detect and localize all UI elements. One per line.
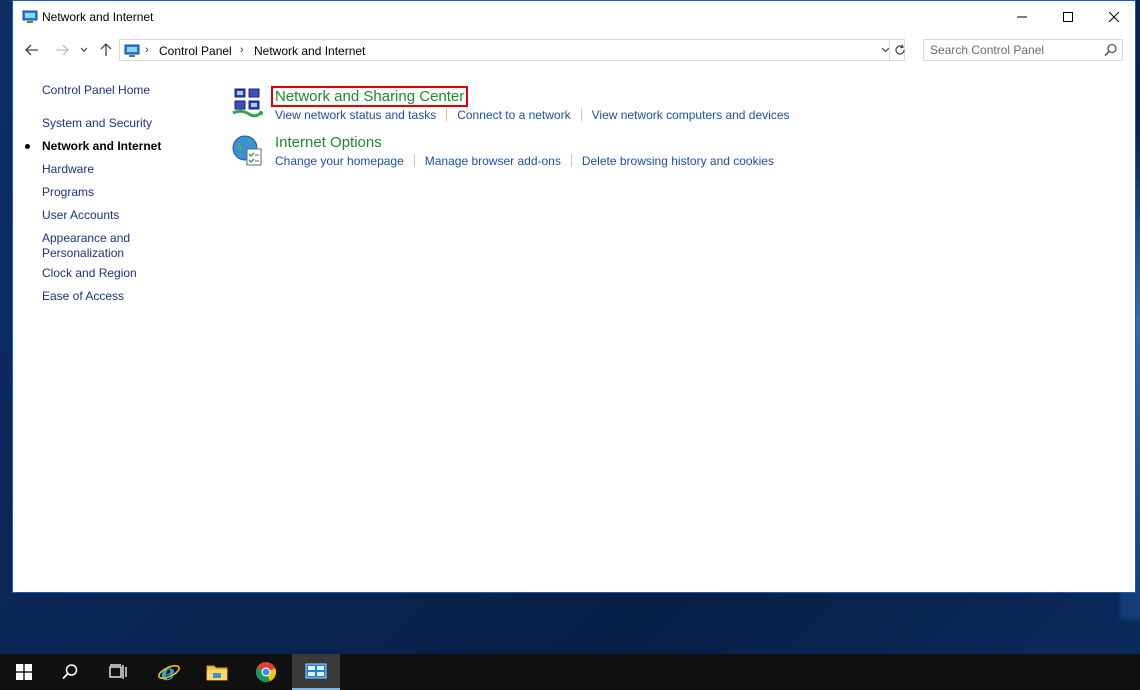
sidebar-item-hardware[interactable]: Hardware [42,162,94,177]
sidebar-item-programs[interactable]: Programs [42,185,94,200]
refresh-button[interactable] [889,40,910,60]
view-network-computers-link[interactable]: View network computers and devices [592,108,790,122]
address-bar[interactable]: › Control Panel › Network and Internet [119,39,905,61]
start-icon [16,664,32,680]
arrow-right-icon [56,44,69,56]
sidebar-item-appearance-and-personalization[interactable]: Appearance and Personalization [42,231,142,261]
sidebar-item-clock-and-region[interactable]: Clock and Region [42,266,137,281]
connect-to-network-link[interactable]: Connect to a network [457,108,570,122]
sidebar-item-network-and-internet[interactable]: Network and Internet [42,139,161,154]
control-panel-taskbar-button[interactable] [292,654,340,690]
network-and-sharing-center-tasks: View network status and tasks Connect to … [275,108,790,122]
recent-locations-button[interactable] [77,39,91,61]
sidebar-item-user-accounts[interactable]: User Accounts [42,208,119,223]
change-homepage-link[interactable]: Change your homepage [275,154,404,168]
delete-browsing-history-link[interactable]: Delete browsing history and cookies [582,154,774,168]
navigation-bar: › Control Panel › Network and Internet [13,37,1135,63]
active-bullet-icon [25,144,30,149]
up-button[interactable] [95,39,117,61]
sidebar-item-control-panel-home[interactable]: Control Panel Home [42,83,150,98]
link-divider [446,108,448,121]
control-panel-icon [22,10,38,23]
breadcrumb-separator-icon[interactable]: › [240,44,244,56]
svg-text:e: e [161,660,175,684]
link-divider [413,154,415,167]
maximize-icon [1063,12,1073,22]
sidebar-item-system-and-security[interactable]: System and Security [42,116,152,131]
chevron-down-icon [80,47,88,52]
control-panel-window: Network and Internet › Control Panel › N… [12,0,1136,593]
network-sharing-icon[interactable] [231,87,265,121]
internet-explorer-icon: e [158,660,180,684]
search-input[interactable] [930,42,1098,58]
breadcrumb-network-and-internet[interactable]: Network and Internet [254,44,365,58]
minimize-button[interactable] [999,1,1045,33]
search-icon[interactable] [1104,43,1118,57]
internet-options-tasks: Change your homepage Manage browser add-o… [275,154,774,168]
internet-options-link[interactable]: Internet Options [275,134,382,151]
forward-button[interactable] [51,39,73,61]
minimize-icon [1017,16,1027,18]
back-button[interactable] [21,39,43,61]
arrow-up-icon [100,43,112,56]
chrome-icon [255,662,277,683]
window-title: Network and Internet [42,10,154,24]
task-view-icon [109,664,127,679]
internet-options-icon[interactable] [231,133,265,167]
link-divider [570,154,572,167]
chrome-button[interactable] [242,654,290,690]
file-explorer-icon [206,665,228,681]
manage-browser-addons-link[interactable]: Manage browser add-ons [425,154,561,168]
control-panel-icon [305,663,327,679]
task-view-button[interactable] [94,654,142,690]
sidebar-item-ease-of-access[interactable]: Ease of Access [42,289,124,304]
taskbar: e [0,654,1140,690]
search-icon [62,664,78,680]
search-box[interactable] [923,39,1123,61]
control-panel-icon [124,44,140,57]
view-network-status-link[interactable]: View network status and tasks [275,108,436,122]
internet-explorer-button[interactable]: e [145,654,193,690]
breadcrumb-separator-icon[interactable]: › [145,44,149,56]
link-divider [580,108,582,121]
arrow-left-icon [25,44,38,56]
close-icon [1109,12,1119,22]
start-button[interactable] [0,654,48,690]
breadcrumb-control-panel[interactable]: Control Panel [159,44,232,58]
close-button[interactable] [1091,1,1137,33]
maximize-button[interactable] [1045,1,1091,33]
taskbar-search-button[interactable] [46,654,94,690]
network-and-sharing-center-link[interactable]: Network and Sharing Center [270,86,469,107]
refresh-icon [895,44,905,55]
file-explorer-button[interactable] [193,654,241,690]
title-bar[interactable]: Network and Internet [13,1,1135,33]
